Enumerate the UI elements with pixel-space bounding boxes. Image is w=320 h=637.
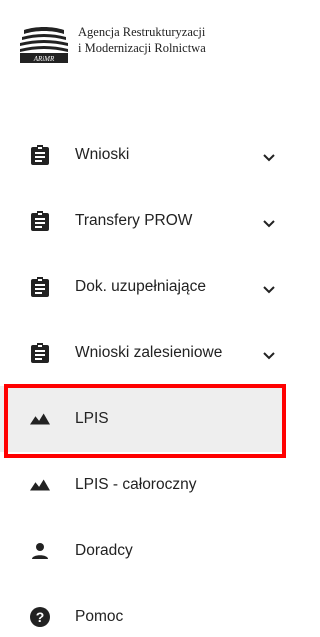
arimr-logo-mark: ARiMR (16, 24, 72, 64)
sidebar-item-wnioski-zalesieniowe[interactable]: Wnioski zalesieniowe (0, 320, 283, 386)
agency-name-line1: Agencja Restrukturyzacji (78, 25, 206, 39)
agency-logo[interactable]: ARiMR Agencja Restrukturyzacji i Moderni… (16, 24, 248, 64)
landscape-icon (30, 475, 50, 495)
person-icon (30, 541, 50, 561)
sidebar-item-dok-uzupelniajace[interactable]: Dok. uzupełniające (0, 254, 283, 320)
sidebar-item-label: Wnioski (75, 146, 130, 163)
sidebar-item-label: LPIS - całoroczny (75, 476, 197, 493)
help-icon: ? (30, 607, 50, 627)
sidebar-item-doradcy[interactable]: Doradcy (0, 518, 283, 584)
sidebar-item-wnioski[interactable]: Wnioski (0, 122, 283, 188)
sidebar-item-transfery-prow[interactable]: Transfery PROW (0, 188, 283, 254)
chevron-down-icon[interactable] (262, 216, 276, 228)
agency-name: Agencja Restrukturyzacji i Modernizacji … (78, 24, 248, 56)
sidebar-item-label: Doradcy (75, 542, 133, 559)
clipboard-icon (30, 343, 50, 363)
clipboard-icon (30, 277, 50, 297)
clipboard-icon (30, 145, 50, 165)
sidebar-item-label: Wnioski zalesieniowe (75, 344, 223, 361)
sidebar-item-pomoc[interactable]: ? Pomoc (0, 584, 283, 637)
sidebar-nav: Wnioski Transfery PROW Dok. uzupełniając… (0, 122, 283, 637)
landscape-icon (30, 409, 50, 429)
chevron-down-icon[interactable] (262, 348, 276, 360)
chevron-down-icon[interactable] (262, 282, 276, 294)
chevron-down-icon[interactable] (262, 150, 276, 162)
sidebar-item-label: Transfery PROW (75, 212, 193, 229)
sidebar-item-lpis[interactable]: LPIS (0, 386, 283, 452)
sidebar-item-lpis-caloroczny[interactable]: LPIS - całoroczny (0, 452, 283, 518)
clipboard-icon (30, 211, 50, 231)
svg-text:ARiMR: ARiMR (33, 55, 55, 63)
agency-name-line2: i Modernizacji Rolnictwa (78, 41, 206, 55)
svg-text:?: ? (36, 609, 45, 625)
sidebar-item-label: Pomoc (75, 608, 124, 625)
sidebar-item-label: LPIS (75, 410, 109, 427)
sidebar-item-label: Dok. uzupełniające (75, 278, 206, 295)
